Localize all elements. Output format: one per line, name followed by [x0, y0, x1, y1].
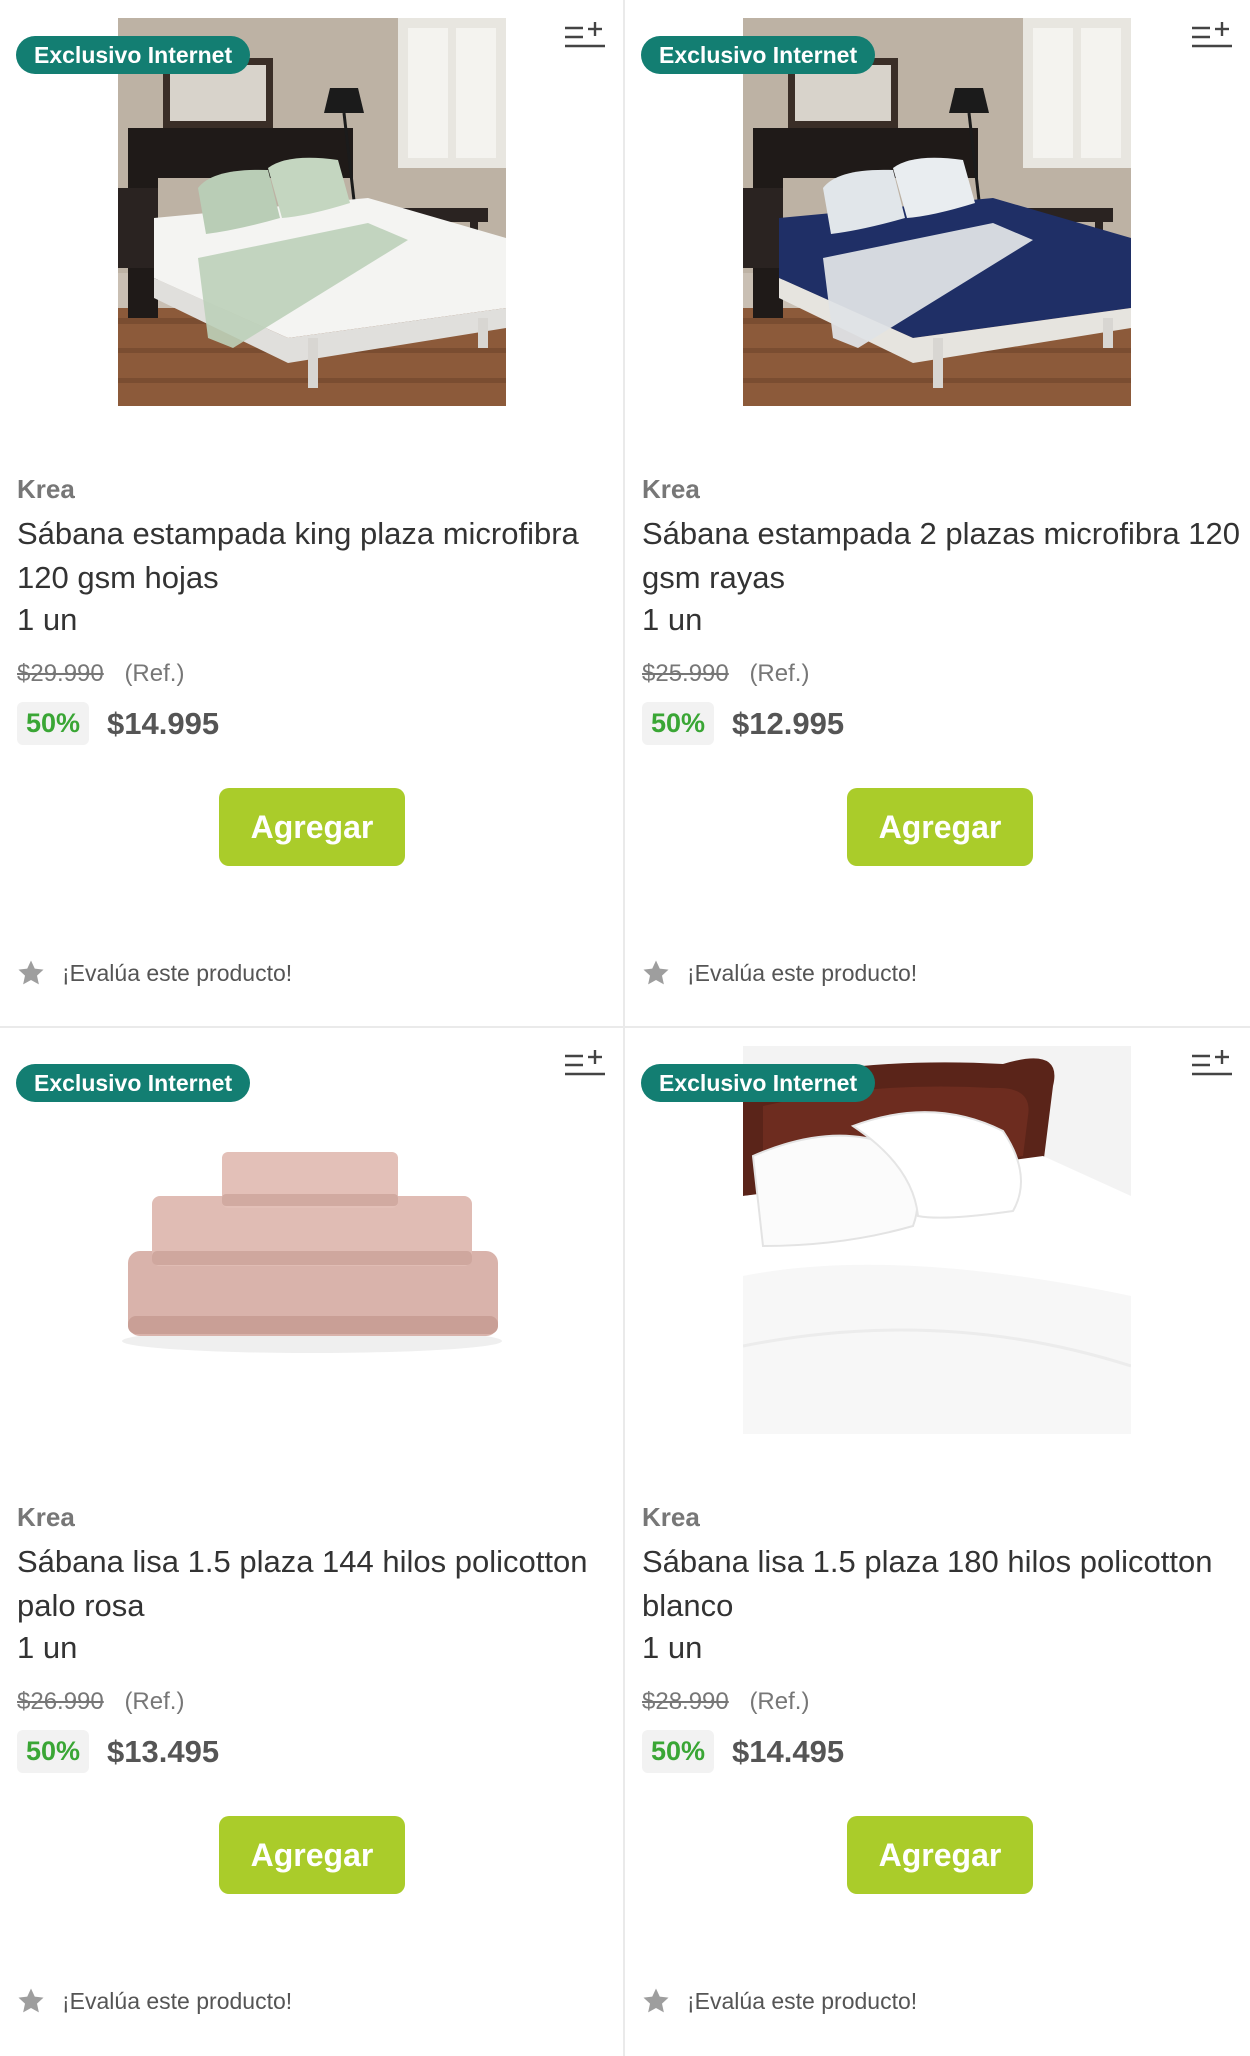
product-image[interactable]	[743, 18, 1131, 406]
old-price: $28.990	[642, 1688, 729, 1715]
rate-product[interactable]: ¡Evalúa este producto!	[16, 958, 292, 988]
product-brand: Krea	[17, 1502, 75, 1532]
star-icon	[18, 1988, 44, 2013]
bed-image	[743, 18, 1131, 406]
star-icon	[643, 960, 669, 985]
exclusive-badge: Exclusivo Internet	[16, 36, 251, 74]
product-brand: Krea	[17, 474, 75, 504]
old-price: $26.990	[17, 1688, 104, 1715]
product-title[interactable]: Sábana lisa 1.5 plaza 180 hilos policott…	[642, 1540, 1242, 1628]
add-button[interactable]: Agregar	[219, 1816, 405, 1894]
bed-image	[118, 18, 506, 406]
price-row: 50% $13.495	[17, 1730, 219, 1773]
rate-label: ¡Evalúa este producto!	[687, 959, 918, 986]
add-button[interactable]: Agregar	[847, 788, 1033, 866]
discount-badge: 50%	[17, 702, 90, 745]
product-title[interactable]: Sábana estampada king plaza microfibra 1…	[17, 512, 617, 600]
exclusive-badge: Exclusivo Internet	[641, 36, 876, 74]
bed-image	[743, 1046, 1131, 1434]
add-to-list-icon[interactable]	[1188, 20, 1236, 54]
reference-price-row: $29.990 (Ref.)	[17, 660, 184, 688]
price-row: 50% $14.995	[17, 702, 219, 745]
sale-price: $14.495	[732, 1733, 845, 1769]
ref-label: (Ref.)	[749, 1688, 810, 1715]
product-title[interactable]: Sábana lisa 1.5 plaza 144 hilos policott…	[17, 1540, 617, 1628]
rate-label: ¡Evalúa este producto!	[62, 1987, 293, 2014]
rate-label: ¡Evalúa este producto!	[687, 1987, 918, 2014]
product-quantity: 1 un	[17, 1630, 78, 1665]
rate-product[interactable]: ¡Evalúa este producto!	[16, 1986, 292, 2016]
sale-price: $12.995	[732, 705, 845, 741]
price-row: 50% $14.495	[642, 1730, 844, 1773]
product-grid: Exclusivo Internet Krea Sábana estampada…	[0, 0, 1250, 2056]
discount-badge: 50%	[17, 1730, 90, 1773]
sale-price: $13.495	[107, 1733, 220, 1769]
old-price: $25.990	[642, 660, 729, 687]
product-image[interactable]	[118, 18, 506, 406]
reference-price-row: $26.990 (Ref.)	[17, 1688, 184, 1716]
product-image[interactable]	[743, 1046, 1131, 1434]
product-quantity: 1 un	[642, 602, 703, 637]
rate-label: ¡Evalúa este producto!	[62, 959, 293, 986]
star-icon	[643, 1988, 669, 2013]
add-to-list-icon[interactable]	[561, 1048, 609, 1082]
product-brand: Krea	[642, 1502, 700, 1532]
product-image[interactable]	[118, 1046, 506, 1434]
discount-badge: 50%	[642, 1730, 715, 1773]
ref-label: (Ref.)	[749, 660, 810, 687]
price-row: 50% $12.995	[642, 702, 844, 745]
product-card: Exclusivo Internet Krea Sábana lisa 1.5 …	[0, 1028, 625, 2056]
add-to-list-icon[interactable]	[561, 20, 609, 54]
product-card: Exclusivo Internet Krea Sábana estampada…	[625, 0, 1250, 1028]
product-brand: Krea	[642, 474, 700, 504]
product-quantity: 1 un	[642, 1630, 703, 1665]
exclusive-badge: Exclusivo Internet	[16, 1064, 251, 1102]
rate-product[interactable]: ¡Evalúa este producto!	[641, 958, 917, 988]
product-title[interactable]: Sábana estampada 2 plazas microfibra 120…	[642, 512, 1242, 600]
add-to-list-icon[interactable]	[1188, 1048, 1236, 1082]
product-card: Exclusivo Internet Krea Sábana lisa 1.5 …	[625, 1028, 1250, 2056]
product-card: Exclusivo Internet Krea Sábana estampada…	[0, 0, 625, 1028]
ref-label: (Ref.)	[124, 660, 185, 687]
star-icon	[18, 960, 44, 985]
exclusive-badge: Exclusivo Internet	[641, 1064, 876, 1102]
product-quantity: 1 un	[17, 602, 78, 637]
sale-price: $14.995	[107, 705, 220, 741]
reference-price-row: $25.990 (Ref.)	[642, 660, 809, 688]
folded-sheets-image	[122, 1152, 502, 1353]
ref-label: (Ref.)	[124, 1688, 185, 1715]
discount-badge: 50%	[642, 702, 715, 745]
add-button[interactable]: Agregar	[847, 1816, 1033, 1894]
add-button[interactable]: Agregar	[219, 788, 405, 866]
old-price: $29.990	[17, 660, 104, 687]
rate-product[interactable]: ¡Evalúa este producto!	[641, 1986, 917, 2016]
reference-price-row: $28.990 (Ref.)	[642, 1688, 809, 1716]
